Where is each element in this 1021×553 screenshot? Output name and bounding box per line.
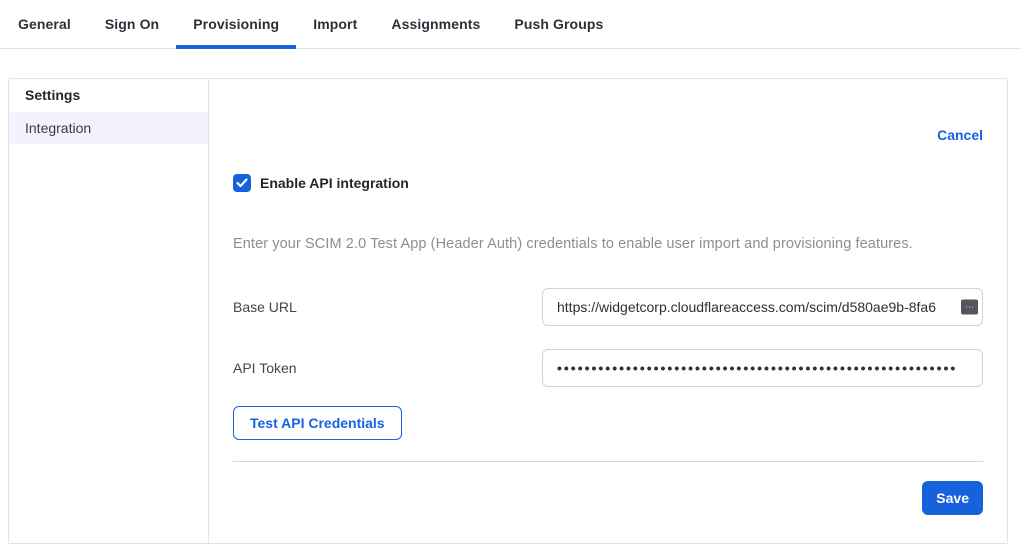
integration-settings-form: Cancel Enable API integration Enter your… xyxy=(209,79,1007,543)
api-token-row: API Token xyxy=(233,349,983,387)
enable-api-integration-checkbox[interactable] xyxy=(233,174,251,192)
tab-sign-on[interactable]: Sign On xyxy=(88,0,176,48)
save-row: Save xyxy=(233,481,983,515)
settings-sidebar: Settings Integration xyxy=(9,79,209,543)
tab-push-groups[interactable]: Push Groups xyxy=(497,0,620,48)
test-api-credentials-button[interactable]: Test API Credentials xyxy=(233,406,402,440)
base-url-input-wrap: ⋯ xyxy=(542,288,983,326)
enable-api-integration-row: Enable API integration xyxy=(233,174,983,192)
api-token-input[interactable] xyxy=(542,349,983,387)
sidebar-item-integration[interactable]: Integration xyxy=(9,112,208,144)
sidebar-header: Settings xyxy=(9,79,208,112)
api-token-label: API Token xyxy=(233,360,542,376)
tab-provisioning[interactable]: Provisioning xyxy=(176,0,296,48)
cancel-row: Cancel xyxy=(233,127,983,144)
test-credentials-row: Test API Credentials xyxy=(233,406,983,440)
footer-divider xyxy=(233,461,983,462)
api-token-input-wrap xyxy=(542,349,983,387)
app-tab-bar: General Sign On Provisioning Import Assi… xyxy=(0,0,1021,49)
base-url-row: Base URL ⋯ xyxy=(233,288,983,326)
base-url-input[interactable] xyxy=(542,288,983,326)
tab-general[interactable]: General xyxy=(1,0,88,48)
enable-api-integration-label[interactable]: Enable API integration xyxy=(260,175,409,191)
base-url-label: Base URL xyxy=(233,299,542,315)
tab-import[interactable]: Import xyxy=(296,0,374,48)
save-button[interactable]: Save xyxy=(922,481,983,515)
tab-assignments[interactable]: Assignments xyxy=(374,0,497,48)
provisioning-panel: Settings Integration Cancel Enable API i… xyxy=(8,78,1008,544)
credentials-description: Enter your SCIM 2.0 Test App (Header Aut… xyxy=(233,236,983,252)
checkmark-icon xyxy=(236,178,248,188)
cancel-link[interactable]: Cancel xyxy=(937,127,983,143)
